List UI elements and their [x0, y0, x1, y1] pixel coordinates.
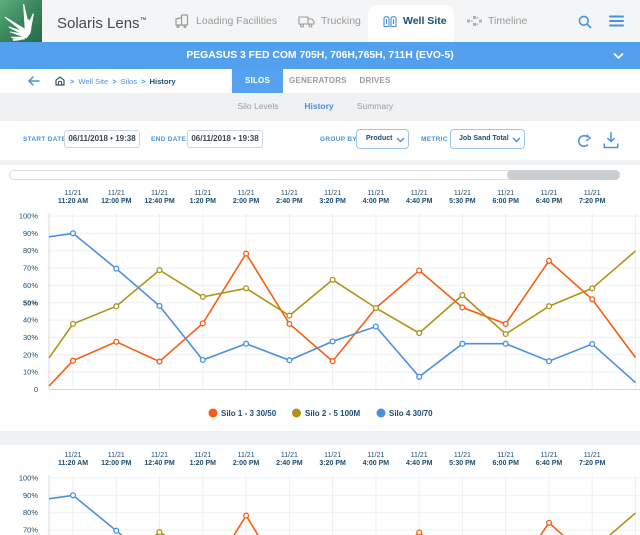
svg-text:11/21: 11/21 [541, 190, 558, 197]
svg-text:11/21: 11/21 [151, 190, 168, 197]
svg-text:12:00 PM: 12:00 PM [101, 198, 132, 205]
svg-text:11/21: 11/21 [108, 190, 125, 197]
svg-text:80%: 80% [23, 246, 38, 255]
svg-text:11/21: 11/21 [584, 190, 601, 197]
svg-text:11/21: 11/21 [281, 190, 298, 197]
svg-text:11/21: 11/21 [194, 190, 211, 197]
svg-text:2:40 PM: 2:40 PM [276, 198, 303, 205]
svg-text:4:00 PM: 4:00 PM [363, 198, 390, 205]
svg-text:Silo 4 30/70: Silo 4 30/70 [389, 409, 433, 418]
svg-text:4:40 PM: 4:40 PM [406, 198, 433, 205]
svg-text:60%: 60% [23, 281, 38, 290]
svg-text:7:20 PM: 7:20 PM [579, 198, 606, 205]
svg-text:50%: 50% [23, 298, 38, 307]
svg-text:11/21: 11/21 [367, 190, 384, 197]
svg-text:90%: 90% [23, 229, 38, 238]
svg-text:100%: 100% [19, 212, 39, 221]
svg-text:11:20 AM: 11:20 AM [58, 198, 88, 205]
svg-text:10%: 10% [23, 368, 38, 377]
svg-text:0: 0 [34, 385, 38, 394]
svg-text:1:20 PM: 1:20 PM [190, 198, 217, 205]
svg-text:11/21: 11/21 [497, 190, 514, 197]
svg-text:6:40 PM: 6:40 PM [536, 198, 563, 205]
svg-text:6:00 PM: 6:00 PM [492, 198, 519, 205]
svg-text:2:00 PM: 2:00 PM [233, 198, 260, 205]
svg-text:3:20 PM: 3:20 PM [319, 198, 346, 205]
svg-text:40%: 40% [23, 316, 38, 325]
svg-text:Silo 1 - 3 30/50: Silo 1 - 3 30/50 [221, 409, 277, 418]
svg-text:30%: 30% [23, 333, 38, 342]
svg-text:70%: 70% [23, 264, 38, 273]
svg-text:11/21: 11/21 [454, 190, 471, 197]
svg-text:11/21: 11/21 [238, 190, 255, 197]
svg-text:11/21: 11/21 [324, 190, 341, 197]
svg-text:11/21: 11/21 [65, 190, 82, 197]
svg-text:12:40 PM: 12:40 PM [144, 198, 175, 205]
svg-text:Silo 2 - 5 100M: Silo 2 - 5 100M [305, 409, 360, 418]
svg-text:11/21: 11/21 [411, 190, 428, 197]
svg-text:5:30 PM: 5:30 PM [449, 198, 476, 205]
svg-text:20%: 20% [23, 350, 38, 359]
